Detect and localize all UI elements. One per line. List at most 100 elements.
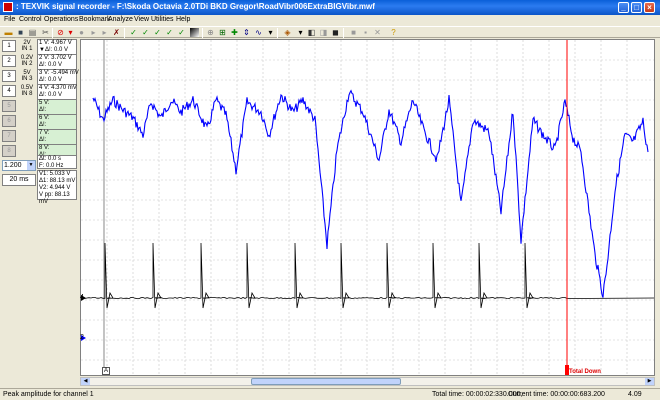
wave-icon[interactable]: ∿ [254, 28, 263, 37]
minimize-button[interactable]: _ [618, 2, 629, 13]
channel-2-level-marker[interactable]: 2 [80, 334, 84, 341]
channel-7-voltage: 7 V: [39, 130, 50, 136]
menu-bookmark[interactable]: Bookmark [79, 16, 111, 23]
close-window-button[interactable]: × [644, 2, 655, 13]
stop-square-icon[interactable]: ■ [349, 28, 358, 37]
channel-3-button[interactable]: 3 [2, 70, 16, 82]
channel-7-readout: 7 V: Δ!: [37, 129, 77, 145]
check-v3-icon[interactable]: ✓ [165, 28, 174, 37]
cut-icon[interactable]: ✂ [41, 28, 50, 37]
check-v4-icon[interactable]: ✓ [177, 28, 186, 37]
status-version: 4.09 [628, 391, 642, 398]
scroll-thumb[interactable] [251, 378, 401, 385]
menu-operations[interactable]: Operations [44, 16, 78, 23]
channel-3-delta: Δ!: 0.0 V [39, 77, 63, 83]
channel-6-voltage: 6 V: [39, 115, 50, 121]
bookmark-icon[interactable]: ▪ [361, 28, 370, 37]
channel-4-readout: 4 V: 4.370 mV Δ!: 0.0 V [37, 84, 77, 100]
menu-help[interactable]: Help [176, 16, 190, 23]
check-v2-icon[interactable]: ✓ [153, 28, 162, 37]
main-window: : TEXVIK signal recorder - F:\Skoda Octa… [0, 0, 660, 400]
timebase-field[interactable]: 20 ms [2, 174, 36, 186]
menu-bar: File Control Operations Bookmark Analyze… [0, 15, 660, 26]
horizontal-scrollbar[interactable]: ◀ ▶ [80, 377, 655, 386]
mark-off-icon[interactable]: ◨ [319, 28, 328, 37]
print-icon[interactable]: ▤ [28, 28, 37, 37]
oscilloscope-plot[interactable] [80, 39, 655, 376]
channel-2-button[interactable]: 2 [2, 55, 16, 67]
channel-3-readout: 3 V: -5.494 mV Δ!: 0.0 V [37, 69, 79, 85]
menu-file[interactable]: File [4, 16, 15, 23]
wrench-icon[interactable]: ✗ [112, 28, 121, 37]
scale-select[interactable]: 1.200 ▼ [2, 160, 36, 171]
channel-4-delta: Δ!: 0.0 V [39, 92, 63, 98]
channel-5-readout: 5 V: Δ!: [37, 99, 77, 115]
channel-8-voltage: 8 V: [39, 145, 50, 151]
cursor-icon[interactable]: ⇕ [242, 28, 251, 37]
bookmark-label: Total Down [569, 369, 601, 375]
menu-control[interactable]: Control [19, 16, 42, 23]
tool-icon[interactable]: ▸ [100, 28, 109, 37]
palette-icon[interactable]: ◈ [283, 28, 292, 37]
scroll-left-icon[interactable]: ◀ [81, 378, 90, 385]
channel-panel: 1 2V IN 1 1 V: 4.967 V ▼Δ!: 0.0 V2 0.2V IN… [0, 39, 79, 386]
voltage-v2: V2: 4.944 V [39, 185, 71, 191]
channel-1-button[interactable]: 1 [2, 40, 16, 52]
channel-7-button[interactable]: 7 [2, 130, 16, 142]
check-v1-icon[interactable]: ✓ [141, 28, 150, 37]
check-icon[interactable]: ✓ [129, 28, 138, 37]
zoom-in-icon[interactable]: ⊞ [218, 28, 227, 37]
channel-6-readout: 6 V: Δ!: [37, 114, 77, 130]
status-bar: Peak amplitude for channel 1 Total time:… [0, 388, 660, 400]
delta-voltage-1: Δ1: 88.13 mV [39, 178, 76, 184]
menu-analyze[interactable]: Analyze [108, 16, 133, 23]
palette-dropdown-icon[interactable]: ▾ [296, 28, 305, 37]
channel-5-button[interactable]: 5 [2, 100, 16, 112]
fast-forward-icon[interactable]: ▸ [89, 28, 98, 37]
channel-4-range[interactable]: 0.5V IN 8 [17, 85, 37, 97]
close-icon[interactable]: ✕ [373, 28, 382, 37]
title-bar: : TEXVIK signal recorder - F:\Skoda Octa… [0, 0, 660, 15]
status-current-time: Current time: 00:00:00:683.200 [508, 391, 605, 398]
menu-view[interactable]: View [134, 16, 149, 23]
stop-icon[interactable]: ⊘ [56, 28, 65, 37]
open-icon[interactable]: ▬ [4, 28, 13, 37]
zoom-icon[interactable]: ⊕ [206, 28, 215, 37]
channel-2-delta: Δ!: 0.0 V [39, 62, 63, 68]
channel-4-level-marker[interactable]: 4 [80, 294, 84, 301]
channel-3-voltage: 3 V: -5.494 mV [39, 70, 79, 76]
window-title: : TEXVIK signal recorder - F:\Skoda Octa… [16, 2, 375, 11]
play-icon[interactable]: ● [77, 28, 86, 37]
move-icon[interactable]: ✚ [230, 28, 239, 37]
cursor-dropdown-icon[interactable]: ▾ [266, 28, 275, 37]
channel-5-delta: Δ!: [39, 107, 47, 113]
channel-8-button[interactable]: 8 [2, 145, 16, 157]
channel-6-button[interactable]: 6 [2, 115, 16, 127]
gradient-icon[interactable] [190, 28, 199, 37]
channel-1-voltage: 1 V: 4.967 V [39, 40, 72, 46]
maximize-button[interactable]: □ [631, 2, 642, 13]
help-icon[interactable]: ? [389, 28, 398, 37]
channel-1-delta: ▼Δ!: 0.0 V [39, 47, 68, 53]
voltage-v1: V1: 5.033 V [39, 171, 71, 177]
toolbar: ▬ ■ ▤ ✂ ⊘ ▾ ● ▸ ▸ ✗ ✓ ✓ ✓ ✓ ✓ ⊕ ⊞ ✚ ⇕ ∿ … [0, 26, 660, 38]
channel-6-delta: Δ!: [39, 122, 47, 128]
cursor-a-handle[interactable]: A [102, 367, 111, 375]
channel-2-range[interactable]: 0.2V IN 2 [17, 55, 37, 67]
channel-4-trace [81, 242, 654, 309]
record-icon[interactable]: ▾ [66, 28, 75, 37]
dark-icon[interactable]: ◼ [331, 28, 340, 37]
signal-canvas[interactable] [81, 40, 654, 375]
channel-4-button[interactable]: 4 [2, 85, 16, 97]
frequency: F: 0.0 Hz [39, 163, 64, 169]
app-icon [3, 2, 13, 12]
mark-icon[interactable]: ◧ [307, 28, 316, 37]
save-icon[interactable]: ■ [16, 28, 25, 37]
channel-3-range[interactable]: 5V IN 3 [17, 70, 37, 82]
channel-1-range[interactable]: 2V IN 1 [17, 40, 37, 52]
channel-1-readout: 1 V: 4.967 V ▼Δ!: 0.0 V [37, 39, 77, 55]
menu-utilities[interactable]: Utilities [151, 16, 174, 23]
scroll-right-icon[interactable]: ▶ [645, 378, 654, 385]
channel-2-voltage: 2 V: 3.702 V [39, 55, 72, 61]
chevron-down-icon[interactable]: ▼ [27, 161, 35, 170]
